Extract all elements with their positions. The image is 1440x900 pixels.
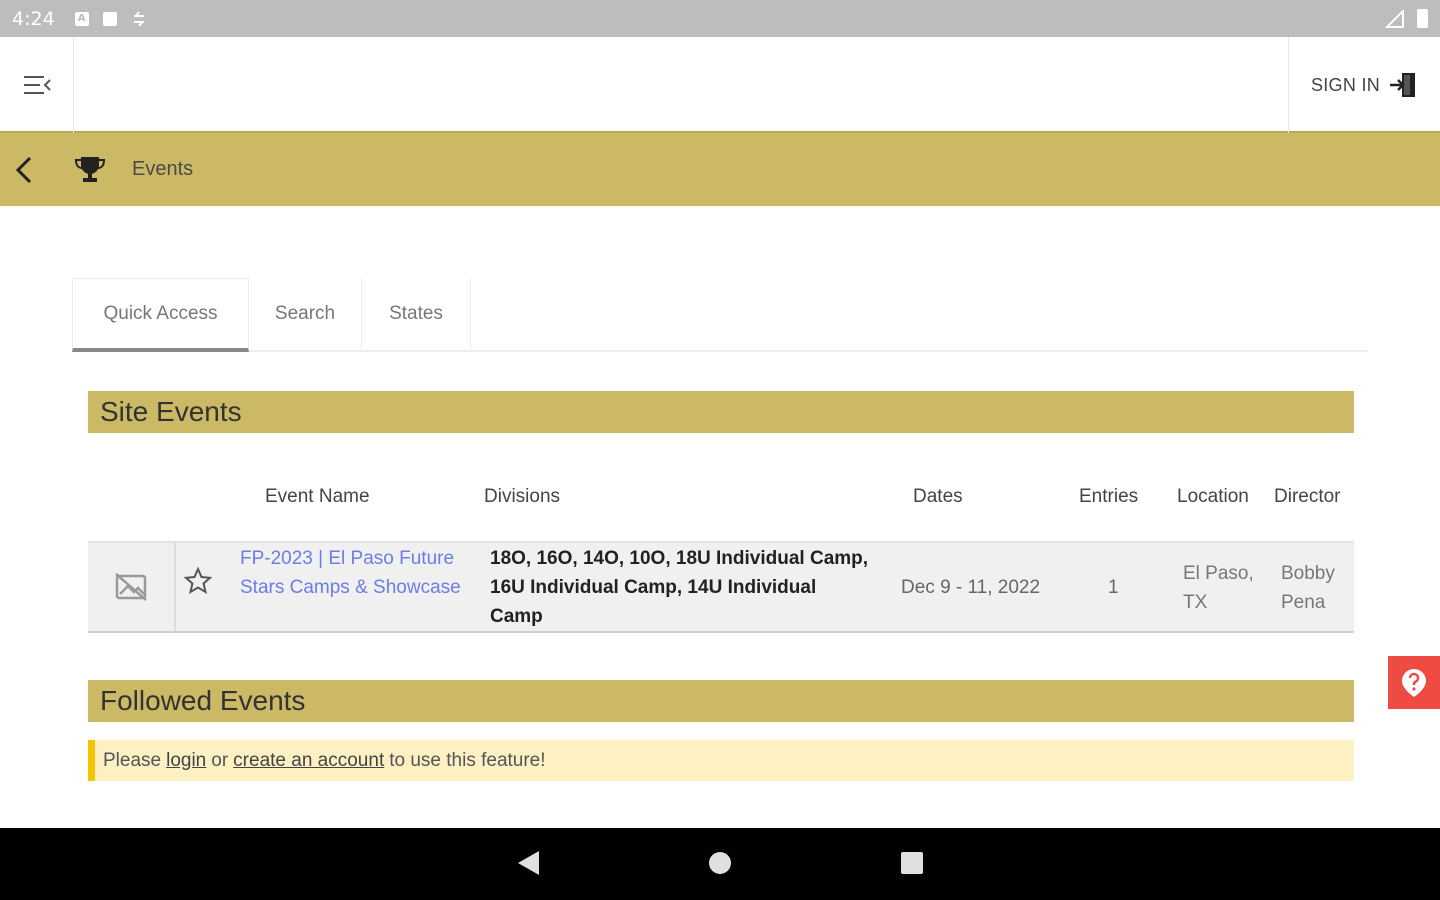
sign-in-door-icon xyxy=(1390,73,1416,97)
nav-back-icon[interactable] xyxy=(515,848,541,878)
status-icons: A xyxy=(74,10,147,28)
column-entries: Entries xyxy=(1079,486,1139,507)
column-director: Director xyxy=(1274,486,1341,507)
sign-in-button[interactable]: SIGN IN xyxy=(1288,37,1440,133)
nav-home-icon[interactable] xyxy=(707,848,733,878)
tab-bar: Quick Access Search States xyxy=(72,278,1368,352)
signal-icon xyxy=(1385,9,1404,28)
site-events-heading: Site Events xyxy=(88,391,1354,433)
chevron-left-icon xyxy=(15,156,32,183)
tab-states[interactable]: States xyxy=(362,278,471,350)
event-divisions: 18O, 16O, 14O, 10O, 18U Individual Camp,… xyxy=(490,548,869,627)
system-navigation-bar xyxy=(0,828,1440,900)
sync-icon xyxy=(133,10,144,27)
help-button[interactable] xyxy=(1388,656,1440,709)
app-header: SIGN IN xyxy=(0,37,1440,133)
event-dates: Dec 9 - 11, 2022 xyxy=(901,577,1041,598)
help-question-icon xyxy=(1402,668,1426,697)
column-event-name: Event Name xyxy=(265,486,370,507)
table-row[interactable]: FP-2023 | El Paso Future Stars Camps & S… xyxy=(88,541,1354,633)
sign-in-label: SIGN IN xyxy=(1310,74,1381,95)
nav-recents-icon[interactable] xyxy=(899,848,925,878)
events-toolbar: Events xyxy=(0,133,1440,206)
column-dates: Dates xyxy=(913,486,963,507)
event-entries: 1 xyxy=(1108,577,1119,598)
event-image-placeholder xyxy=(88,543,176,631)
tab-quick-access[interactable]: Quick Access xyxy=(72,278,249,352)
event-location: El Paso, TX xyxy=(1183,563,1254,613)
event-name-link[interactable]: FP-2023 | El Paso Future Stars Camps & S… xyxy=(240,544,470,602)
create-account-link[interactable]: create an account xyxy=(233,750,384,772)
events-table-header: Event Name Divisions Dates Entries Locat… xyxy=(88,478,1354,520)
login-notice: Please login or create an account to use… xyxy=(88,740,1354,781)
menu-button[interactable] xyxy=(0,37,74,133)
trophy-icon xyxy=(74,156,106,182)
menu-collapse-icon xyxy=(23,76,51,94)
follow-star-button[interactable] xyxy=(183,566,213,604)
column-divisions: Divisions xyxy=(484,486,561,507)
event-director: Bobby Pena xyxy=(1281,563,1335,613)
tab-search[interactable]: Search xyxy=(249,278,362,350)
followed-events-heading: Followed Events xyxy=(88,680,1354,722)
notice-prefix: Please xyxy=(103,749,162,771)
status-time: 4:24 xyxy=(12,7,55,30)
battery-icon xyxy=(1417,9,1428,28)
back-button[interactable] xyxy=(2,133,46,206)
star-icon xyxy=(183,566,213,595)
notice-suffix: to use this feature! xyxy=(389,749,546,771)
notification-a-icon: A xyxy=(74,11,89,26)
column-location: Location xyxy=(1177,486,1249,507)
sd-card-icon xyxy=(102,11,117,26)
login-link[interactable]: login xyxy=(166,750,206,772)
no-image-icon xyxy=(115,573,147,601)
page-title: Events xyxy=(132,158,194,180)
status-bar: 4:24 A xyxy=(0,0,1440,37)
notice-or: or xyxy=(211,749,229,771)
